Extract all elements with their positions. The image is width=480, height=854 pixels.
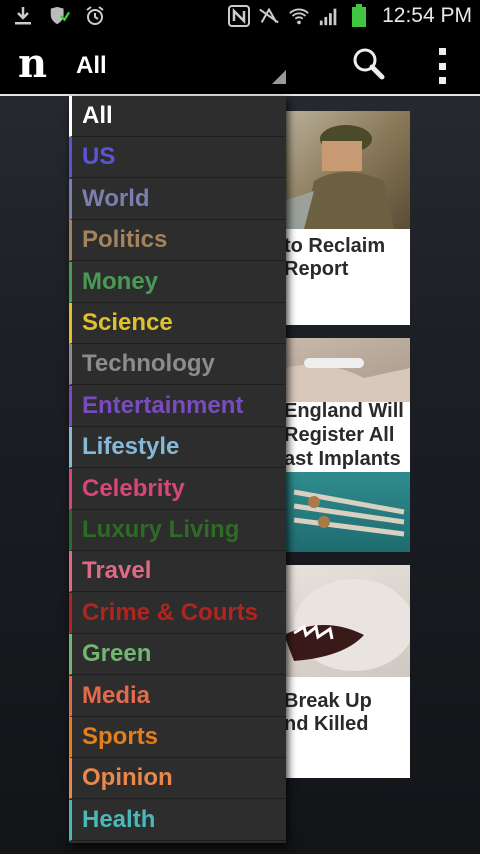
shield-update-icon bbox=[48, 5, 70, 27]
alarm-icon bbox=[84, 5, 106, 27]
section-item-label: Sports bbox=[82, 723, 159, 750]
section-item-science[interactable]: Science bbox=[69, 303, 286, 344]
section-item-label: World bbox=[82, 184, 150, 212]
section-dropdown-list: All US World Politics Money Science Technology… bbox=[69, 96, 286, 843]
article-image bbox=[284, 565, 410, 677]
spinner-triangle-icon bbox=[272, 70, 286, 84]
section-spinner[interactable]: All bbox=[64, 42, 290, 88]
section-item-luxury-living[interactable]: Luxury Living bbox=[69, 510, 286, 551]
article-headline-line: England Will bbox=[284, 400, 404, 422]
section-item-green[interactable]: Green bbox=[69, 634, 286, 676]
section-item-label: Crime & Courts bbox=[82, 598, 259, 626]
section-item-sports[interactable]: Sports bbox=[69, 717, 286, 758]
section-item-label: Celebrity bbox=[82, 474, 185, 502]
section-item-opinion[interactable]: Opinion bbox=[69, 758, 286, 800]
battery-icon bbox=[348, 4, 370, 27]
article-card[interactable]: Break Up nd Killed bbox=[284, 565, 410, 778]
section-item-label: Politics bbox=[82, 226, 168, 254]
section-item-politics[interactable]: Politics bbox=[69, 220, 286, 262]
article-card[interactable]: to Reclaim Report bbox=[284, 111, 410, 325]
section-item-all[interactable]: All bbox=[69, 96, 286, 137]
section-item-money[interactable]: Money bbox=[69, 261, 286, 303]
download-icon bbox=[12, 5, 34, 27]
section-item-label: Technology bbox=[82, 350, 215, 378]
article-headline-line: to Reclaim bbox=[284, 235, 386, 257]
section-item-label: All bbox=[82, 102, 113, 129]
article-headline-line: nd Killed bbox=[284, 713, 369, 735]
section-item-world[interactable]: World bbox=[69, 178, 286, 220]
overflow-dot bbox=[438, 48, 446, 55]
section-item-health[interactable]: Health bbox=[69, 799, 286, 841]
article-image bbox=[284, 111, 410, 229]
overflow-dot bbox=[438, 77, 446, 84]
article-headline-line: Register All bbox=[284, 424, 395, 446]
section-item-entertainment[interactable]: Entertainment bbox=[69, 385, 286, 427]
section-item-label: Money bbox=[82, 267, 159, 295]
section-item-celebrity[interactable]: Celebrity bbox=[69, 468, 286, 510]
section-item-label: Entertainment bbox=[82, 391, 244, 419]
section-item-label: Luxury Living bbox=[82, 516, 240, 543]
action-bar: n All bbox=[0, 34, 480, 96]
section-item-label: Lifestyle bbox=[82, 433, 180, 461]
section-item-label: Health bbox=[82, 805, 156, 833]
article-headline-line: ast Implants bbox=[284, 448, 401, 470]
section-item-us[interactable]: US bbox=[69, 137, 286, 179]
section-item-label: US bbox=[82, 143, 116, 171]
article-headline-line: Break Up bbox=[284, 690, 372, 712]
article-headline-line: Report bbox=[284, 258, 349, 280]
section-item-media[interactable]: Media bbox=[69, 675, 286, 717]
mute-icon bbox=[258, 5, 280, 27]
wifi-icon bbox=[288, 5, 310, 27]
overflow-menu-button[interactable] bbox=[432, 48, 452, 84]
section-item-label: Travel bbox=[82, 557, 152, 585]
section-item-label: Science bbox=[82, 309, 173, 336]
signal-icon bbox=[318, 5, 340, 27]
selected-section-label: All bbox=[76, 52, 107, 79]
search-icon bbox=[353, 48, 385, 80]
article-image bbox=[284, 338, 410, 402]
status-bar: 12:54 PM bbox=[0, 0, 480, 34]
section-item-label: Green bbox=[82, 640, 152, 668]
search-button[interactable] bbox=[350, 46, 386, 82]
section-item-label: Media bbox=[82, 681, 151, 709]
clock: 12:54 PM bbox=[382, 4, 472, 27]
nfc-icon bbox=[228, 5, 251, 27]
section-item-crime-courts[interactable]: Crime & Courts bbox=[69, 592, 286, 634]
app-logo[interactable]: n bbox=[18, 44, 47, 84]
overflow-dot bbox=[438, 62, 446, 70]
section-item-label: Opinion bbox=[82, 764, 173, 792]
section-item-travel[interactable]: Travel bbox=[69, 551, 286, 593]
section-item-technology[interactable]: Technology bbox=[69, 344, 286, 386]
article-card[interactable]: England Will Register All ast Implants bbox=[284, 338, 410, 552]
section-item-lifestyle[interactable]: Lifestyle bbox=[69, 427, 286, 469]
article-image bbox=[284, 472, 410, 552]
